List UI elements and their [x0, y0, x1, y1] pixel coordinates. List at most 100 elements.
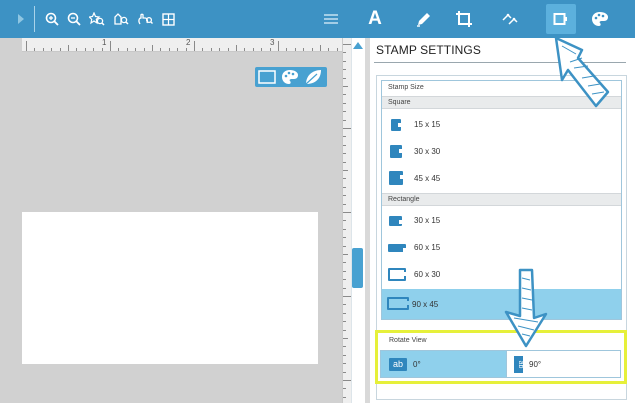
stamp-size-label: 60 x 30: [414, 270, 441, 279]
ruler-tick: [343, 237, 346, 239]
ruler-tick: [311, 48, 313, 51]
ruler-tick: [343, 212, 351, 213]
ruler-tick: [343, 69, 346, 71]
ruler-label: 1: [102, 38, 107, 47]
palette-icon[interactable]: [281, 69, 299, 90]
grid-icon[interactable]: [158, 6, 178, 32]
ruler-tick: [101, 48, 103, 51]
palette-icon[interactable]: [588, 6, 612, 32]
zoom-out-icon[interactable]: [64, 6, 84, 32]
ruler-tick: [343, 245, 346, 247]
stamp-size-option[interactable]: 30 x 15: [382, 208, 621, 234]
ruler-tick: [202, 48, 204, 51]
ruler-tick: [194, 41, 195, 51]
toolbar-separator: [34, 6, 35, 32]
rectangle-header: Rectangle: [382, 193, 621, 206]
stamp-size-label: 30 x 15: [414, 216, 441, 225]
ruler-tick: [76, 48, 78, 51]
rectangle-stamp-icon: [387, 297, 409, 310]
ruler-tick: [152, 45, 153, 51]
ruler-tick: [343, 346, 346, 348]
ruler-tick: [343, 144, 346, 146]
vertical-scrollbar[interactable]: [351, 38, 365, 403]
ruler-label: 3: [270, 38, 275, 47]
ruler-tick: [160, 48, 162, 51]
pan-icon[interactable]: [134, 6, 156, 32]
top-toolbar: A: [0, 0, 635, 38]
stamp-size-label: 60 x 15: [414, 243, 441, 252]
pencil-icon[interactable]: [412, 6, 436, 32]
ruler-tick: [278, 41, 279, 51]
zoom-fit-icon[interactable]: [86, 6, 108, 32]
ruler-tick: [343, 161, 346, 163]
rotate-view-label: Rotate View: [389, 337, 427, 344]
zoom-selection-icon[interactable]: [110, 6, 132, 32]
toolbar-scroll-left-icon[interactable]: [18, 14, 24, 24]
ruler-tick: [343, 270, 346, 272]
ruler-tick: [343, 195, 346, 197]
ruler-tick: [343, 178, 346, 180]
scrollbar-thumb[interactable]: [352, 248, 363, 288]
rectangle-stamp-icon: [388, 244, 406, 252]
ruler-tick: [343, 102, 346, 104]
ruler-tick: [34, 48, 36, 51]
rotate-0-button[interactable]: ab 0°: [380, 350, 507, 378]
rotate-90-button[interactable]: ab 90°: [506, 350, 621, 378]
panel-title: STAMP SETTINGS: [376, 43, 481, 57]
leaf-icon[interactable]: [304, 69, 322, 90]
ruler-tick: [343, 380, 351, 381]
ruler-tick: [110, 41, 111, 51]
ruler-tick: [303, 48, 305, 51]
ruler-tick: [93, 48, 95, 51]
ruler-tick: [185, 48, 187, 51]
square-stamp-icon: [390, 145, 402, 158]
stamp-settings-icon[interactable]: [549, 6, 573, 32]
ruler-tick: [227, 48, 229, 51]
rectangle-stamp-icon: [389, 216, 402, 226]
edit-points-icon[interactable]: [498, 6, 522, 32]
ruler-tick: [343, 254, 348, 255]
horizontal-ruler: 1 2 3: [22, 38, 355, 52]
ruler-label: 2: [186, 38, 191, 47]
ruler-tick: [177, 48, 179, 51]
svg-text:ab: ab: [517, 361, 523, 369]
rectangle-icon[interactable]: [258, 70, 276, 89]
ruler-tick: [286, 48, 288, 51]
ruler-tick: [343, 153, 346, 155]
align-icon[interactable]: [320, 6, 342, 32]
ruler-tick: [343, 296, 351, 297]
scroll-up-icon[interactable]: [353, 42, 363, 49]
text-icon[interactable]: A: [364, 6, 386, 32]
ruler-tick: [84, 48, 86, 51]
ruler-tick: [343, 228, 346, 230]
app-window: A 1 2 3 STAMP SETTINGS Stamp Size Square…: [0, 0, 635, 403]
crop-icon[interactable]: [452, 6, 476, 32]
ruler-tick: [343, 287, 346, 289]
stamp-size-label: 45 x 45: [414, 174, 441, 183]
ruler-tick: [343, 128, 351, 129]
canvas-quick-tools: [255, 67, 327, 87]
ruler-tick: [343, 94, 346, 96]
stamp-size-option[interactable]: 60 x 15: [382, 235, 621, 261]
stamp-size-label: 90 x 45: [412, 300, 439, 309]
ruler-tick: [343, 170, 348, 171]
ruler-tick: [68, 45, 69, 51]
canvas-page[interactable]: [22, 212, 318, 364]
ruler-tick: [118, 48, 120, 51]
ruler-tick: [42, 48, 44, 51]
ruler-tick: [320, 45, 321, 51]
stamp-size-label: 15 x 15: [414, 120, 441, 129]
zoom-in-icon[interactable]: [42, 6, 62, 32]
ruler-tick: [343, 371, 346, 373]
ruler-tick: [135, 48, 137, 51]
ruler-tick: [168, 48, 170, 51]
stamp-size-option[interactable]: 30 x 30: [382, 139, 621, 165]
square-stamp-icon: [391, 119, 401, 131]
stamp-size-label: 30 x 30: [414, 147, 441, 156]
ruler-tick: [261, 48, 263, 51]
stamp-size-option[interactable]: 45 x 45: [382, 166, 621, 192]
ruler-tick: [126, 48, 128, 51]
stamp-size-label: Stamp Size: [388, 84, 424, 91]
ruler-tick: [343, 354, 346, 356]
ruler-tick: [343, 203, 346, 205]
